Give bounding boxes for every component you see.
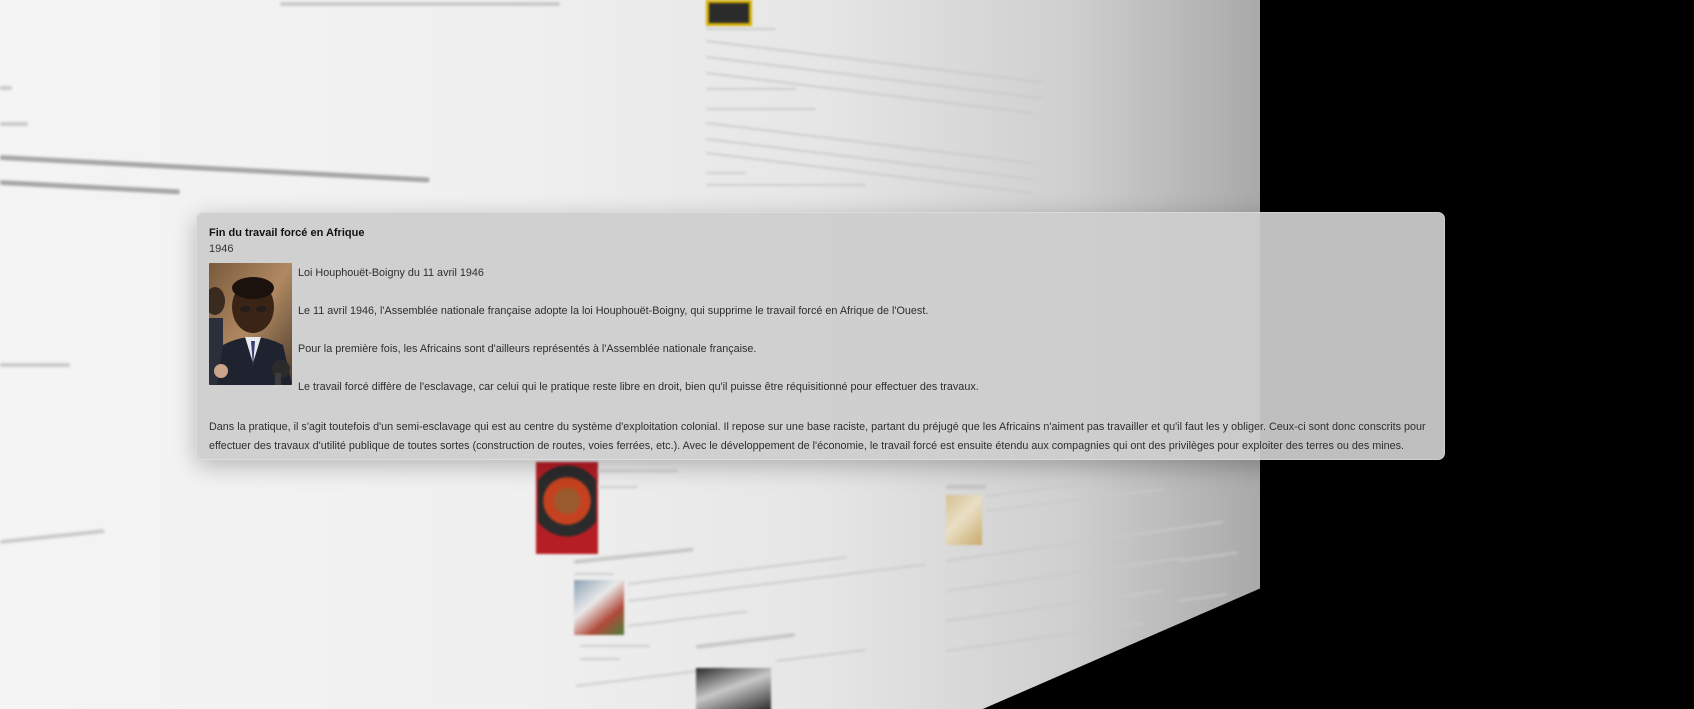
event-paragraph-wide: Dans la pratique, il s'agit toutefois d'… xyxy=(209,421,1426,452)
background-text-line xyxy=(280,2,560,6)
background-text-line xyxy=(627,610,748,627)
event-description: Loi Houphouët-Boigny du 11 avril 1946 Le… xyxy=(298,263,1432,394)
background-text-line xyxy=(1177,593,1228,602)
event-paragraph: Le travail forcé diffère de l'esclavage,… xyxy=(298,381,979,393)
background-thumbnail xyxy=(536,462,598,554)
background-thumbnail xyxy=(574,580,624,635)
event-detail-card[interactable]: Fin du travail forcé en Afrique 1946 Loi… xyxy=(196,212,1445,460)
background-text-line xyxy=(706,172,746,174)
background-text-line xyxy=(574,573,614,575)
background-text-line xyxy=(775,649,866,662)
background-text-line xyxy=(945,622,1145,652)
background-text-line xyxy=(627,563,926,602)
timeline-viewport: Fin du travail forcé en Afrique 1946 Loi… xyxy=(0,0,1694,709)
background-text-line xyxy=(945,589,1164,622)
background-text-line xyxy=(695,632,796,649)
background-thumbnail xyxy=(946,495,982,545)
background-thumbnail xyxy=(696,668,771,709)
background-text-line xyxy=(580,658,620,660)
background-text-line xyxy=(706,28,776,30)
event-paragraph: Le 11 avril 1946, l'Assemblée nationale … xyxy=(298,305,929,317)
background-text-line xyxy=(0,363,70,367)
background-text-line xyxy=(945,556,1184,592)
background-text-line xyxy=(598,486,638,488)
background-text-line xyxy=(985,482,1086,497)
background-text-line xyxy=(580,645,650,647)
background-text-line xyxy=(0,155,430,183)
background-text-line xyxy=(0,86,12,90)
background-text-line xyxy=(946,485,986,489)
background-thumbnail xyxy=(706,0,752,26)
background-text-line xyxy=(0,529,105,544)
background-text-line xyxy=(0,122,28,126)
background-text-line xyxy=(706,184,866,186)
background-text-line xyxy=(627,556,847,585)
event-paragraph: Pour la première fois, les Africains son… xyxy=(298,343,757,355)
event-date: 1946 xyxy=(209,243,234,255)
portrait-photo xyxy=(209,263,292,385)
background-text-line xyxy=(706,88,796,90)
background-text-line xyxy=(598,470,678,472)
background-text-line xyxy=(1177,551,1238,562)
portrait-photo-icon xyxy=(209,263,292,385)
event-paragraph: Loi Houphouët-Boigny du 11 avril 1946 xyxy=(298,267,484,279)
event-title: Fin du travail forcé en Afrique xyxy=(209,227,365,239)
background-text-line xyxy=(706,108,816,110)
background-text-line xyxy=(0,180,180,195)
event-body: Loi Houphouët-Boigny du 11 avril 1946 Le… xyxy=(209,263,1432,452)
